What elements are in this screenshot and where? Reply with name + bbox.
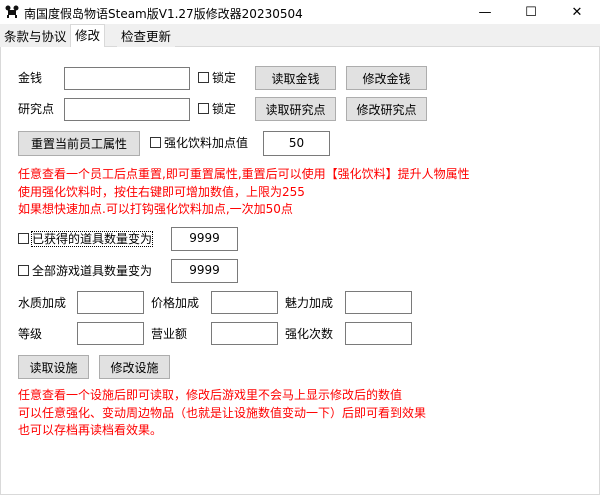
tab-terms[interactable]: 条款与协议: [0, 27, 71, 47]
note-line: 使用强化饮料时，按住右键即可增加数值，上限为255: [18, 184, 305, 199]
drink-points-checkbox[interactable]: [150, 137, 161, 148]
items-all-label: 全部游戏道具数量变为: [32, 264, 153, 278]
read-money-button[interactable]: 读取金钱: [255, 66, 336, 90]
research-lock-label: 锁定: [212, 102, 237, 116]
enhance-input[interactable]: [345, 322, 412, 345]
note-line: 任意查看一个设施后即可读取，修改后游戏里不会马上显示修改后的数值: [18, 388, 403, 402]
research-label: 研究点: [18, 102, 55, 116]
employee-notes: 任意查看一个员工后点重置,即可重置属性,重置后可以使用【强化饮料】提升人物属性 …: [18, 166, 470, 219]
money-input[interactable]: [64, 67, 190, 90]
level-input[interactable]: [77, 322, 144, 345]
read-research-button[interactable]: 读取研究点: [255, 97, 336, 121]
minimize-button[interactable]: —: [462, 0, 508, 24]
reset-employee-button[interactable]: 重置当前员工属性: [18, 131, 140, 156]
money-lock-checkbox[interactable]: [198, 72, 209, 83]
research-input[interactable]: [64, 98, 190, 121]
price-label: 价格加成: [151, 296, 200, 310]
items-all-input[interactable]: 9999: [171, 259, 238, 283]
tab-modify[interactable]: 修改: [70, 24, 106, 47]
modify-research-button[interactable]: 修改研究点: [346, 97, 427, 121]
note-line: 也可以存档再读档看效果。: [18, 423, 163, 437]
tab-check-update[interactable]: 检查更新: [117, 27, 176, 47]
modify-facility-button[interactable]: 修改设施: [99, 355, 170, 379]
charm-input[interactable]: [345, 291, 412, 314]
close-button[interactable]: ✕: [554, 0, 600, 24]
note-line: 任意查看一个员工后点重置,即可重置属性,重置后可以使用【强化饮料】提升人物属性: [18, 167, 470, 181]
research-lock-checkbox[interactable]: [198, 103, 209, 114]
items-obtained-checkbox[interactable]: [18, 233, 29, 244]
drink-points-label: 强化饮料加点值: [164, 136, 249, 150]
note-line: 可以任意强化、变动周边物品（也就是让设施数值变动一下）后即可看到效果: [18, 405, 427, 420]
read-facility-button[interactable]: 读取设施: [18, 355, 89, 379]
revenue-input[interactable]: [211, 322, 278, 345]
water-label: 水质加成: [18, 296, 67, 310]
level-label: 等级: [18, 327, 43, 341]
price-input[interactable]: [211, 291, 278, 314]
revenue-label: 营业额: [151, 327, 188, 341]
charm-label: 魅力加成: [285, 296, 334, 310]
drink-points-input[interactable]: 50: [263, 131, 330, 156]
enhance-label: 强化次数: [285, 327, 334, 341]
money-label: 金钱: [18, 71, 43, 85]
money-lock-label: 锁定: [212, 71, 237, 85]
items-obtained-label: 已获得的道具数量变为: [30, 231, 154, 247]
app-icon: [5, 5, 19, 18]
water-input[interactable]: [77, 291, 144, 314]
title-bar: 南国度假岛物语Steam版V1.27版修改器20230504 — ☐ ✕: [0, 0, 600, 24]
window-title: 南国度假岛物语Steam版V1.27版修改器20230504: [24, 7, 303, 21]
items-obtained-input[interactable]: 9999: [171, 227, 238, 251]
modify-money-button[interactable]: 修改金钱: [346, 66, 427, 90]
facility-notes: 任意查看一个设施后即可读取，修改后游戏里不会马上显示修改后的数值 可以任意强化、…: [18, 387, 426, 440]
maximize-button[interactable]: ☐: [508, 0, 554, 24]
items-all-checkbox[interactable]: [18, 265, 29, 276]
note-line: 如果想快速加点.可以打钩强化饮料加点,一次加50点: [18, 202, 293, 216]
